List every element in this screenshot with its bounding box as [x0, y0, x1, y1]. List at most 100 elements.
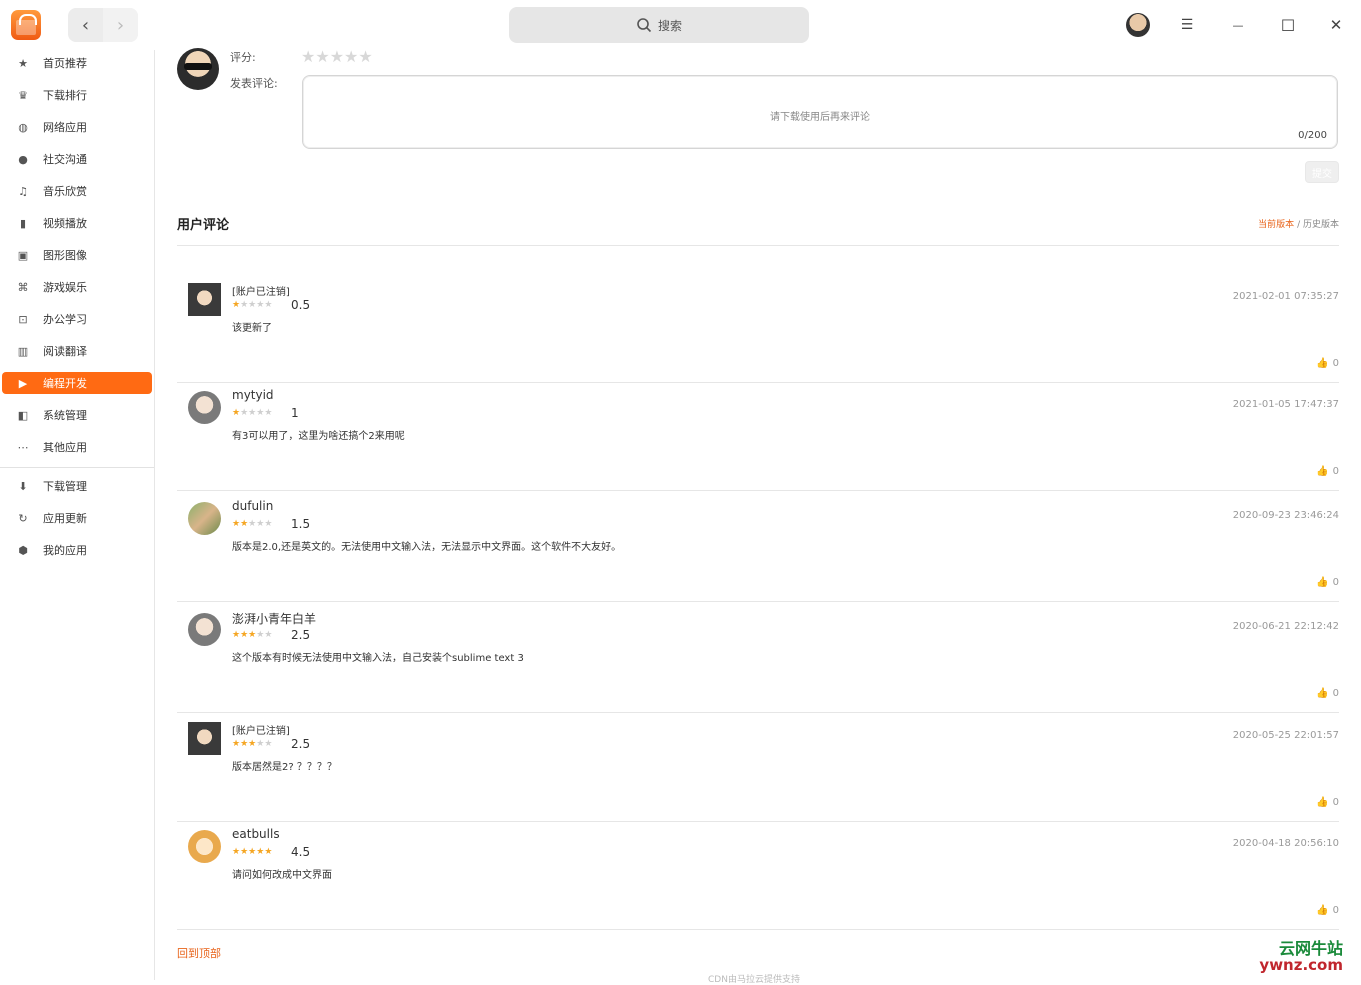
- review-score: 1: [291, 406, 299, 420]
- bearded-avatar-icon[interactable]: [188, 283, 221, 316]
- like-button[interactable]: 👍 0: [1316, 797, 1339, 808]
- star-icon: ★: [264, 300, 273, 310]
- close-icon[interactable]: ✕: [1323, 12, 1349, 38]
- review-stars: ★★★★★: [232, 408, 272, 418]
- thumbs-up-icon: 👍: [1316, 358, 1329, 369]
- like-button[interactable]: 👍 0: [1316, 358, 1339, 369]
- star-icon: ★: [240, 408, 249, 418]
- title-bar: ‹ › 搜索 ☰ — ☐ ✕: [0, 0, 1361, 50]
- sidebar-item-other[interactable]: ⋯ 其他应用: [2, 436, 152, 458]
- sidebar-item-reading[interactable]: ▥ 阅读翻译: [2, 340, 152, 362]
- sidebar-item-label: 我的应用: [43, 544, 87, 557]
- submit-button[interactable]: 提交: [1305, 161, 1339, 183]
- like-count: 0: [1332, 358, 1339, 369]
- like-count: 0: [1332, 688, 1339, 699]
- sidebar-item-social[interactable]: ● 社交沟通: [2, 148, 152, 170]
- more-icon: ⋯: [17, 440, 29, 454]
- review-stars: ★★★★★: [232, 847, 272, 857]
- star-icon: ★: [232, 630, 241, 640]
- presentation-icon: ⊡: [18, 312, 28, 326]
- search-input[interactable]: 搜索: [509, 7, 809, 43]
- reviewer-name: eatbulls: [232, 827, 280, 841]
- default-avatar-icon[interactable]: [188, 391, 221, 424]
- thumbs-up-icon: 👍: [1316, 466, 1329, 477]
- sidebar-item-updates[interactable]: ↻ 应用更新: [2, 507, 152, 529]
- rating-stars-input[interactable]: ★★★★★: [301, 47, 373, 66]
- default-avatar-icon[interactable]: [188, 613, 221, 646]
- review-score: 1.5: [291, 517, 311, 531]
- review-score: 2.5: [291, 737, 311, 751]
- star-icon: ★: [240, 630, 249, 640]
- comment-textarea[interactable]: 请下载使用后再来评论 0/200: [302, 75, 1338, 149]
- cdn-footer-text: CDN由马拉云提供支持: [708, 975, 800, 985]
- sidebar-item-my-apps[interactable]: ⬢ 我的应用: [2, 539, 152, 561]
- reviewer-name: [账户已注销]: [232, 287, 290, 298]
- back-to-top-link[interactable]: 回到顶部: [177, 945, 221, 961]
- forward-button[interactable]: ›: [103, 8, 138, 42]
- sidebar-item-label: 音乐欣赏: [43, 185, 87, 198]
- current-version-link[interactable]: 当前版本: [1258, 220, 1294, 230]
- thumbs-up-icon: 👍: [1316, 797, 1329, 808]
- review-score: 2.5: [291, 628, 311, 642]
- star-icon: ★: [232, 847, 241, 857]
- review-text: 有3可以用了，这里为啥还搞个2来用呢: [232, 431, 405, 442]
- like-button[interactable]: 👍 0: [1316, 688, 1339, 699]
- sidebar-item-downloads[interactable]: ⬇ 下载管理: [2, 475, 152, 497]
- star-icon: ★: [232, 300, 241, 310]
- back-button[interactable]: ‹: [68, 8, 103, 42]
- star-icon: ★: [232, 739, 241, 749]
- photo-avatar-icon[interactable]: [188, 502, 221, 535]
- user-avatar[interactable]: [1126, 13, 1150, 37]
- star-icon: ★: [264, 847, 273, 857]
- bearded-avatar-icon[interactable]: [188, 722, 221, 755]
- sidebar-item-office[interactable]: ⊡ 办公学习: [2, 308, 152, 330]
- sidebar-item-label: 办公学习: [43, 313, 87, 326]
- music-icon: ♫: [18, 184, 28, 198]
- watermark-logo: 云网牛站 ywnz.com: [1259, 940, 1343, 974]
- sidebar-item-games[interactable]: ⌘ 游戏娱乐: [2, 276, 152, 298]
- box-icon: ⬢: [18, 543, 28, 557]
- cartoon-avatar-icon[interactable]: [188, 830, 221, 863]
- review-date: 2020-06-21 22:12:42: [1232, 621, 1339, 632]
- sidebar-item-graphics[interactable]: ▣ 图形图像: [2, 244, 152, 266]
- version-separator: /: [1297, 220, 1301, 230]
- current-user-avatar: [177, 48, 219, 90]
- review-stars: ★★★★★: [232, 630, 272, 640]
- star-icon: ★: [240, 300, 249, 310]
- like-button[interactable]: 👍 0: [1316, 905, 1339, 916]
- sidebar-item-programming[interactable]: ▶ 编程开发: [2, 372, 152, 394]
- sidebar-item-home[interactable]: ★ 首页推荐: [2, 52, 152, 74]
- gamepad-icon: ⌘: [17, 280, 29, 294]
- review-divider: [177, 821, 1339, 822]
- reviewer-name: mytyid: [232, 388, 274, 402]
- maximize-icon[interactable]: ☐: [1275, 12, 1301, 38]
- sidebar-item-video[interactable]: ▮ 视频播放: [2, 212, 152, 234]
- book-icon: ▥: [17, 344, 29, 358]
- review-date: 2021-01-05 17:47:37: [1232, 399, 1339, 410]
- sidebar-item-network[interactable]: ◍ 网络应用: [2, 116, 152, 138]
- menu-icon[interactable]: ☰: [1174, 12, 1200, 38]
- review-date: 2021-02-01 07:35:27: [1232, 291, 1339, 302]
- review-text: 请问如何改成中文界面: [232, 870, 332, 881]
- sidebar-item-music[interactable]: ♫ 音乐欣赏: [2, 180, 152, 202]
- sidebar-item-ranking[interactable]: ♛ 下载排行: [2, 84, 152, 106]
- like-count: 0: [1332, 905, 1339, 916]
- like-button[interactable]: 👍 0: [1316, 577, 1339, 588]
- review-divider: [177, 712, 1339, 713]
- review-stars: ★★★★★: [232, 300, 272, 310]
- review-score: 0.5: [291, 298, 311, 312]
- sidebar-item-label: 系统管理: [43, 409, 87, 422]
- history-version-link[interactable]: 历史版本: [1303, 220, 1339, 230]
- minimize-icon[interactable]: —: [1225, 12, 1251, 38]
- review-divider: [177, 382, 1339, 383]
- sidebar-item-label: 阅读翻译: [43, 345, 87, 358]
- reviewer-name: 澎湃小青年白羊: [232, 612, 317, 626]
- sidebar-item-system[interactable]: ◧ 系统管理: [2, 404, 152, 426]
- sidebar-divider: [0, 467, 154, 468]
- like-button[interactable]: 👍 0: [1316, 466, 1339, 477]
- sidebar: ★ 首页推荐 ♛ 下载排行 ◍ 网络应用 ● 社交沟通 ♫ 音乐欣赏 ▮ 视频播放 ▣ 图形图…: [0, 50, 155, 980]
- comment-label: 发表评论:: [230, 77, 278, 90]
- sidebar-item-label: 网络应用: [43, 121, 87, 134]
- star-icon: ★: [264, 630, 273, 640]
- reviewer-name: [账户已注销]: [232, 726, 290, 737]
